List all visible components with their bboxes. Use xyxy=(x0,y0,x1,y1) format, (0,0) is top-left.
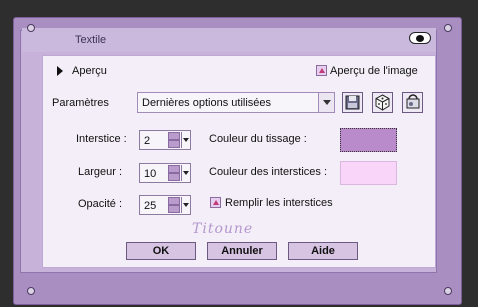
expand-arrow-icon[interactable] xyxy=(57,66,63,76)
eye-toggle-icon[interactable] xyxy=(409,32,431,44)
spin-down-icon[interactable] xyxy=(168,205,180,213)
weave-color-swatch[interactable] xyxy=(340,128,397,152)
window-title: Textile xyxy=(75,34,107,46)
preset-select[interactable]: Dernières options utilisées xyxy=(137,92,335,113)
chevron-down-icon[interactable] xyxy=(181,132,191,148)
corner-dot-icon xyxy=(27,24,35,32)
weave-color-label: Couleur du tissage : xyxy=(209,133,307,145)
corner-dot-icon xyxy=(27,287,35,295)
params-label: Paramètres xyxy=(52,97,109,109)
interstice-label: Interstice : xyxy=(76,133,127,145)
reset-button[interactable] xyxy=(402,92,423,113)
fill-gaps-label: Remplir les interstices xyxy=(225,197,333,209)
cancel-button[interactable]: Annuler xyxy=(207,242,277,260)
interstice-value: 2 xyxy=(144,135,151,147)
spin-down-icon[interactable] xyxy=(168,173,180,181)
preset-select-value: Dernières options utilisées xyxy=(142,97,272,109)
chevron-down-icon[interactable] xyxy=(318,93,334,112)
signature-watermark: Titoune xyxy=(192,221,254,237)
save-preset-button[interactable] xyxy=(342,92,363,113)
image-preview-label: Aperçu de l'image xyxy=(330,65,418,77)
largeur-label: Largeur : xyxy=(78,166,123,178)
random-button[interactable] xyxy=(372,92,393,113)
spin-up-icon[interactable] xyxy=(168,197,180,205)
largeur-value: 10 xyxy=(144,168,157,180)
chevron-down-icon[interactable] xyxy=(181,197,191,213)
fill-gaps-checkbox[interactable] xyxy=(210,197,221,208)
preview-toggle-label[interactable]: Aperçu xyxy=(72,65,107,77)
interstice-input[interactable]: 2 xyxy=(139,130,191,150)
spin-down-icon[interactable] xyxy=(168,140,180,148)
spin-up-icon[interactable] xyxy=(168,165,180,173)
corner-dot-icon xyxy=(444,287,452,295)
ok-button[interactable]: OK xyxy=(126,242,196,260)
reset-icon xyxy=(406,94,420,109)
corner-dot-icon xyxy=(444,24,452,32)
opacite-input[interactable]: 25 xyxy=(139,195,191,215)
gap-color-swatch[interactable] xyxy=(340,161,397,185)
spin-up-icon[interactable] xyxy=(168,132,180,140)
floppy-icon xyxy=(345,95,360,110)
largeur-input[interactable]: 10 xyxy=(139,163,191,183)
dice-icon xyxy=(375,94,390,111)
help-button[interactable]: Aide xyxy=(288,242,358,260)
opacite-value: 25 xyxy=(144,200,157,212)
chevron-down-icon[interactable] xyxy=(181,165,191,181)
image-preview-checkbox[interactable] xyxy=(316,65,327,76)
opacite-label: Opacité : xyxy=(78,198,123,210)
gap-color-label: Couleur des interstices : xyxy=(209,166,327,178)
